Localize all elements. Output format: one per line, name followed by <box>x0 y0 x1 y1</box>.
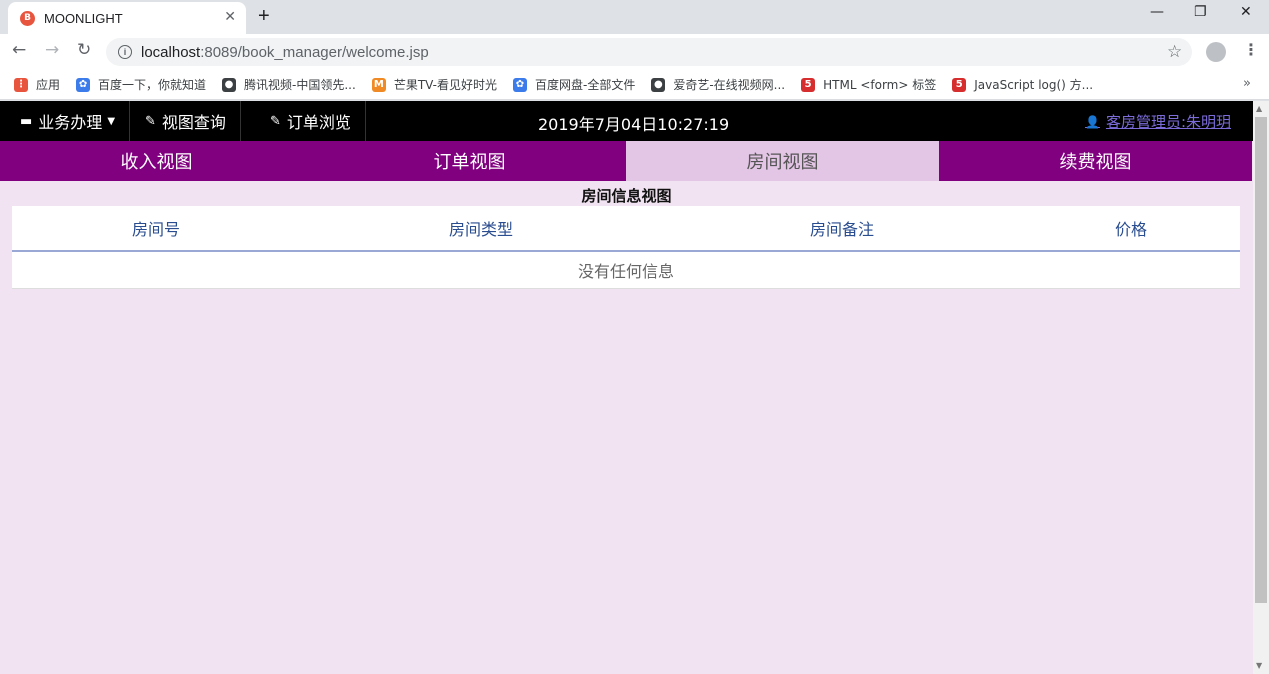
page-content: ▬ 业务办理 ▼ ✎ 视图查询 ✎ 订单浏览 2019年7月04日10:27:1… <box>0 101 1253 674</box>
edit-icon: ✎ <box>145 113 156 129</box>
view-tab[interactable]: 收入视图 <box>0 141 313 181</box>
column-header: 房间备注 <box>809 220 874 239</box>
bookmark-item[interactable]: 5 HTML <form> 标签 <box>801 76 936 93</box>
new-tab-button[interactable]: + <box>258 5 270 28</box>
card-icon: ▬ <box>20 113 33 129</box>
view-tab[interactable]: 续费视图 <box>939 141 1252 181</box>
bookmark-item[interactable]: 5 JavaScript log() 方... <box>952 76 1093 93</box>
section-title: 房间信息视图 <box>581 187 672 205</box>
page-scrollbar[interactable]: ▲ ▼ <box>1253 101 1269 674</box>
browser-toolbar: ← → ↻ i localhost:8089/book_manager/welc… <box>0 34 1269 70</box>
globe-icon: ● <box>651 77 666 92</box>
bookmark-label: 腾讯视频-中国领先... <box>244 78 356 92</box>
w3-shield-icon: 5 <box>801 77 816 92</box>
scroll-down-icon[interactable]: ▼ <box>1256 661 1262 670</box>
tab-title: MOONLIGHT <box>44 10 123 26</box>
bookmark-label: 百度一下，你就知道 <box>98 78 207 92</box>
url-text: localhost:8089/book_manager/welcome.jsp <box>141 43 429 61</box>
app-topbar: ▬ 业务办理 ▼ ✎ 视图查询 ✎ 订单浏览 2019年7月04日10:27:1… <box>0 101 1253 141</box>
clock-display: 2019年7月04日10:27:19 <box>538 115 730 134</box>
order-browse-link[interactable]: ✎ 订单浏览 <box>256 101 366 141</box>
restore-icon[interactable]: ❐ <box>1194 4 1207 20</box>
bookmark-item[interactable]: ● 爱奇艺-在线视频网... <box>651 76 785 93</box>
view-tabs: 收入视图 订单视图 房间视图 续费视图 <box>0 141 1253 181</box>
bookmark-item[interactable]: ✿ 百度一下，你就知道 <box>76 76 206 93</box>
business-menu[interactable]: ▬ 业务办理 ▼ <box>6 101 131 141</box>
table-header: 房间号 房间类型 房间备注 价格 <box>12 206 1240 252</box>
caret-down-icon: ▼ <box>107 115 116 127</box>
empty-message: 没有任何信息 <box>12 252 1240 289</box>
bookmark-label: 芒果TV-看见好时光 <box>393 78 497 92</box>
bookmark-label: 爱奇艺-在线视频网... <box>673 78 786 92</box>
mango-icon: M <box>371 77 386 92</box>
bookmark-item[interactable]: M 芒果TV-看见好时光 <box>371 76 497 93</box>
profile-avatar[interactable] <box>1206 42 1226 62</box>
bookmark-label: 应用 <box>36 78 61 92</box>
w3-shield-icon: 5 <box>952 77 967 92</box>
forward-icon[interactable]: → <box>45 40 59 60</box>
edit-icon: ✎ <box>270 113 281 129</box>
room-table: 房间号 房间类型 房间备注 价格 没有任何信息 <box>12 206 1240 289</box>
apps-grid-icon: ⋮ <box>14 77 28 92</box>
view-tab[interactable]: 房间视图 <box>626 141 939 181</box>
minimize-icon[interactable]: — <box>1150 4 1164 20</box>
baidu-paw-icon: ✿ <box>76 77 91 92</box>
site-info-icon[interactable]: i <box>118 45 132 59</box>
column-header: 价格 <box>1114 220 1147 239</box>
bookmark-label: JavaScript log() 方... <box>974 78 1094 92</box>
bookmark-item[interactable]: ● 腾讯视频-中国领先... <box>222 76 356 93</box>
column-header: 房间类型 <box>448 220 513 239</box>
user-icon: 👤 <box>1084 114 1100 129</box>
user-link[interactable]: 👤 客房管理员:朱明玥 <box>1085 111 1231 132</box>
column-header: 房间号 <box>131 220 180 239</box>
scrollbar-thumb[interactable] <box>1255 117 1267 603</box>
browser-menu-icon[interactable]: ⋮ <box>1243 40 1259 59</box>
bookmarks-more-icon[interactable]: » <box>1243 76 1251 91</box>
window-close-icon[interactable]: ✕ <box>1240 4 1252 20</box>
view-query-link[interactable]: ✎ 视图查询 <box>131 101 241 141</box>
tab-close-icon[interactable]: ✕ <box>224 9 236 25</box>
bookmark-star-icon[interactable]: ☆ <box>1167 42 1182 62</box>
bookmark-item[interactable]: ⋮ 应用 <box>14 76 60 93</box>
view-tab[interactable]: 订单视图 <box>313 141 626 181</box>
baidu-paw-icon: ✿ <box>512 77 527 92</box>
bookmark-label: HTML <form> 标签 <box>823 78 937 92</box>
address-bar[interactable]: i localhost:8089/book_manager/welcome.js… <box>106 38 1192 66</box>
scroll-up-icon[interactable]: ▲ <box>1256 104 1262 113</box>
browser-tab[interactable]: B MOONLIGHT ✕ <box>8 2 246 34</box>
back-icon[interactable]: ← <box>12 40 26 60</box>
bookmarks-bar: ⋮ 应用 ✿ 百度一下，你就知道 ● 腾讯视频-中国领先... M 芒果TV-看见好时光 ✿ 百度… <box>0 70 1269 100</box>
browser-tabstrip: B MOONLIGHT ✕ + — ❐ ✕ <box>0 0 1269 34</box>
bookmark-label: 百度网盘-全部文件 <box>534 78 636 92</box>
globe-icon: ● <box>222 77 237 92</box>
reload-icon[interactable]: ↻ <box>77 40 91 60</box>
bookmark-item[interactable]: ✿ 百度网盘-全部文件 <box>512 76 636 93</box>
site-favicon-icon: B <box>20 10 35 26</box>
